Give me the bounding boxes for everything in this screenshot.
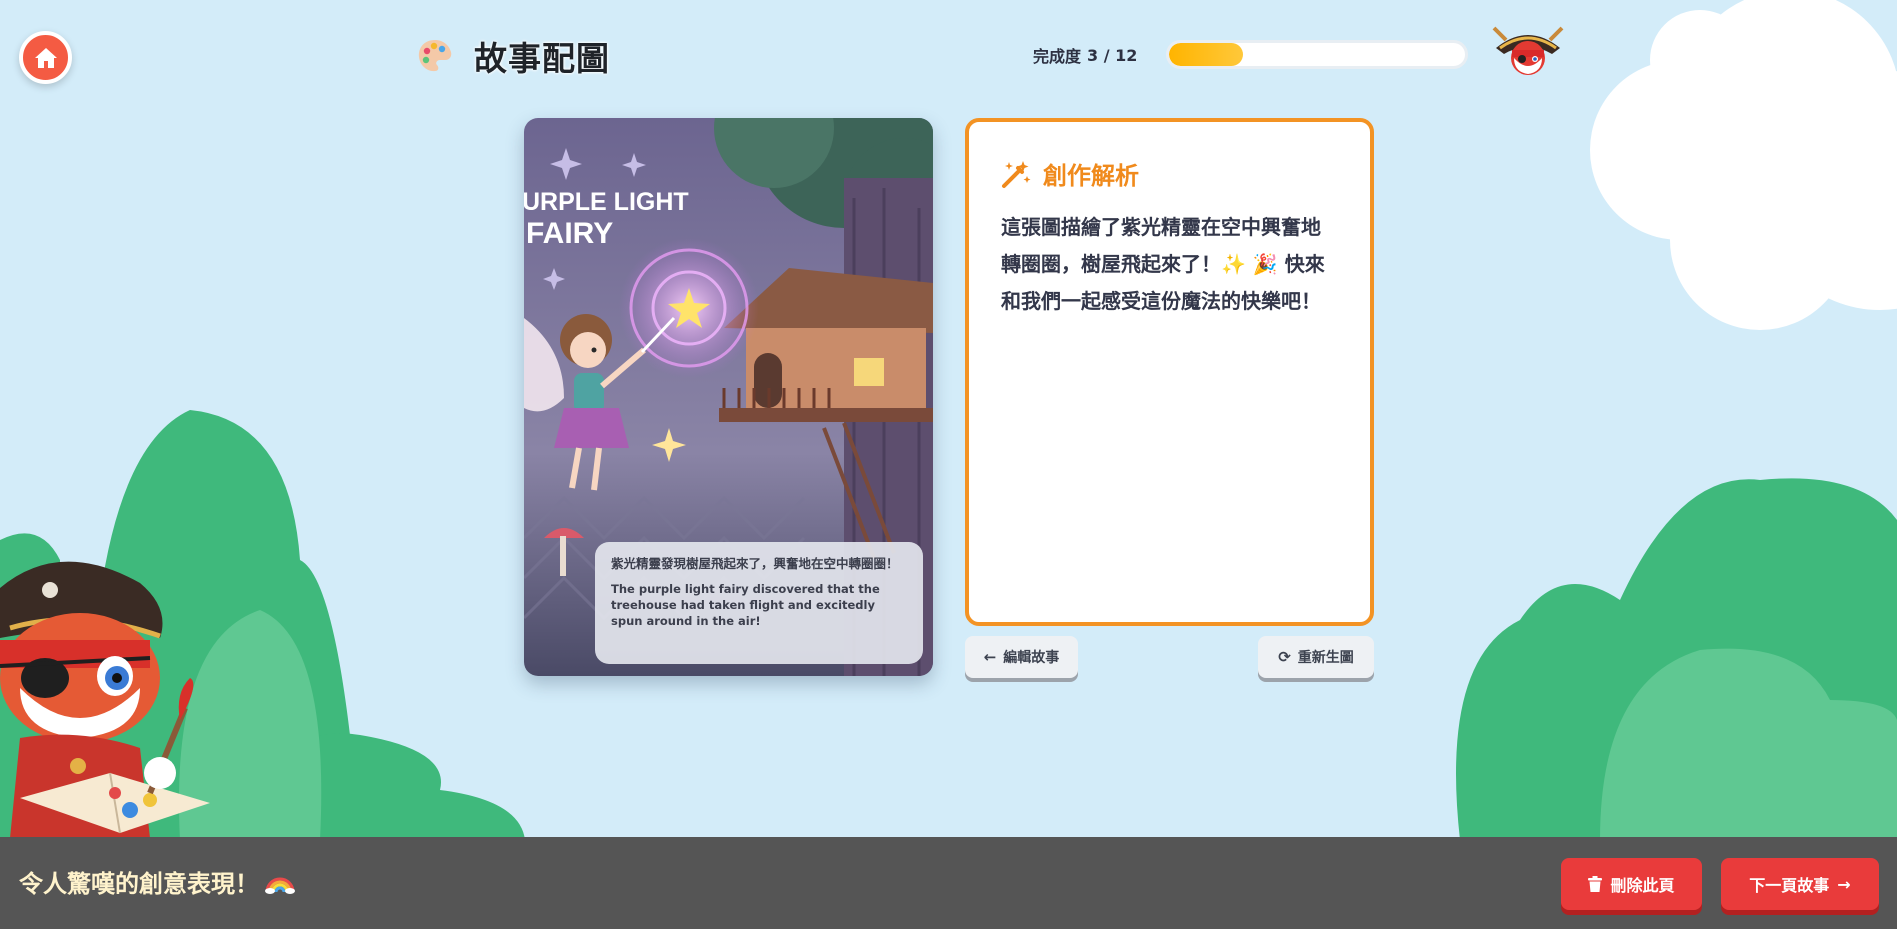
pirate-cat-illustration: [0, 561, 210, 838]
trash-icon: [1588, 876, 1603, 892]
progress-count: 3 / 12: [1087, 45, 1138, 65]
arrow-right-icon: →: [1837, 874, 1851, 894]
home-icon: [34, 47, 57, 68]
next-story-button[interactable]: 下一頁故事 →: [1721, 858, 1879, 910]
pirate-cat-mascot-icon: [1492, 26, 1564, 75]
progress-label: 完成度: [1033, 47, 1082, 66]
palette-icon: [418, 40, 452, 72]
image-title-line2: FAIRY: [526, 217, 613, 250]
edit-story-button[interactable]: ← 編輯故事: [965, 636, 1078, 678]
regenerate-label: 重新生圖: [1297, 650, 1354, 666]
analysis-text: 這張圖描繪了紫光精靈在空中興奮地轉圈圈，樹屋飛起來了！✨ 🎉 快來和我們一起感受…: [1001, 215, 1325, 313]
footer-message: 令人驚嘆的創意表現！: [19, 864, 295, 899]
story-illustration-card: URPLE LIGHT FAIRY 紫光精靈發現樹屋飛起來了，興奮地在空中轉圈圈…: [524, 118, 933, 676]
rainbow-icon: [265, 877, 295, 894]
footer-bar: 令人驚嘆的創意表現！ 刪除此頁 下一頁故事 →: [0, 837, 1897, 929]
arrow-left-icon: ←: [983, 648, 997, 666]
regenerate-image-button[interactable]: ⟳ 重新生圖: [1258, 636, 1374, 678]
background-scenery: [0, 0, 1897, 840]
page-header: 故事配圖: [416, 30, 610, 82]
home-button[interactable]: [19, 31, 72, 84]
delete-page-button[interactable]: 刪除此頁: [1561, 858, 1702, 910]
analysis-header: 創作解析: [1001, 156, 1338, 191]
progress-bar-fill: [1169, 43, 1243, 66]
edit-story-label: 編輯故事: [1003, 650, 1060, 666]
delete-page-label: 刪除此頁: [1610, 876, 1675, 895]
refresh-icon: ⟳: [1278, 648, 1291, 666]
magic-wand-icon: [1002, 160, 1031, 188]
analysis-title: 創作解析: [1043, 162, 1139, 190]
progress-indicator: 完成度 3 / 12: [1033, 40, 1137, 70]
progress-bar: [1166, 40, 1468, 69]
caption-english: The purple light fairy discovered that t…: [611, 582, 880, 628]
caption-chinese: 紫光精靈發現樹屋飛起來了，興奮地在空中轉圈圈！: [611, 556, 899, 571]
story-caption: 紫光精靈發現樹屋飛起來了，興奮地在空中轉圈圈！ The purple light…: [595, 542, 923, 664]
next-story-label: 下一頁故事: [1749, 876, 1830, 895]
footer-message-text: 令人驚嘆的創意表現！: [19, 870, 259, 898]
image-title-line1: URPLE LIGHT: [524, 188, 689, 216]
page-title: 故事配圖: [474, 39, 610, 78]
creation-analysis-panel: 創作解析 這張圖描繪了紫光精靈在空中興奮地轉圈圈，樹屋飛起來了！✨ 🎉 快來和我…: [965, 118, 1374, 626]
